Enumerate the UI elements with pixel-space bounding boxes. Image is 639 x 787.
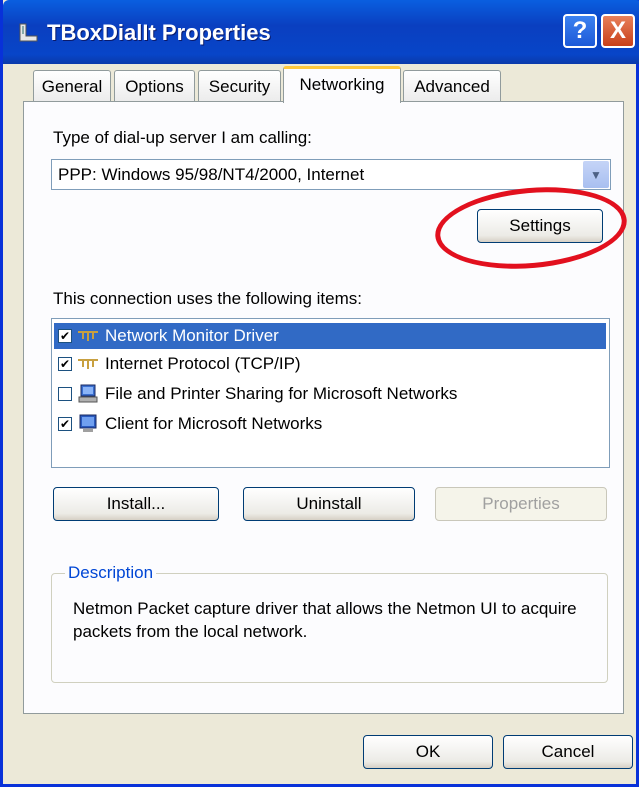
- close-button[interactable]: X: [601, 14, 635, 48]
- ok-button[interactable]: OK: [363, 735, 493, 769]
- list-item-client-microsoft[interactable]: ✔ Client for Microsoft Networks: [54, 411, 606, 437]
- tab-advanced[interactable]: Advanced: [403, 70, 501, 101]
- server-type-label: Type of dial-up server I am calling:: [53, 128, 312, 147]
- item-label: Client for Microsoft Networks: [105, 414, 323, 433]
- window-title: TBoxDialIt Properties: [47, 20, 271, 45]
- connection-icon: [19, 23, 38, 42]
- network-protocol-icon: [77, 327, 99, 345]
- computer-service-icon: [77, 384, 99, 403]
- properties-button[interactable]: Properties: [435, 487, 607, 521]
- server-type-value: PPP: Windows 95/98/NT4/2000, Internet: [58, 165, 365, 184]
- checkbox-checked[interactable]: ✔: [58, 329, 72, 343]
- items-list[interactable]: ✔ Network Monitor Driver ✔ Internet Prot…: [51, 318, 610, 468]
- help-icon: ?: [572, 17, 588, 44]
- description-text: Netmon Packet capture driver that allows…: [73, 599, 577, 641]
- install-button[interactable]: Install...: [53, 487, 219, 521]
- item-label: File and Printer Sharing for Microsoft N…: [105, 384, 458, 403]
- item-label: Internet Protocol (TCP/IP): [105, 354, 301, 373]
- tab-options[interactable]: Options: [114, 70, 195, 101]
- network-protocol-icon: [77, 355, 99, 373]
- title-bar[interactable]: TBoxDialIt Properties ? X: [3, 0, 639, 64]
- tab-security[interactable]: Security: [198, 70, 281, 101]
- item-label: Network Monitor Driver: [105, 326, 279, 345]
- chevron-down-icon[interactable]: ▼: [583, 161, 609, 188]
- tab-general[interactable]: General: [33, 70, 111, 101]
- list-item-tcpip[interactable]: ✔ Internet Protocol (TCP/IP): [54, 351, 606, 377]
- checkbox-checked[interactable]: ✔: [58, 417, 72, 431]
- checkbox-checked[interactable]: ✔: [58, 357, 72, 371]
- close-icon: X: [609, 17, 626, 44]
- tab-networking[interactable]: Networking: [283, 66, 401, 103]
- checkbox-unchecked[interactable]: [58, 387, 72, 401]
- help-button[interactable]: ?: [563, 14, 597, 48]
- items-label: This connection uses the following items…: [53, 289, 362, 308]
- properties-dialog: TBoxDialIt Properties ? X General Option…: [0, 0, 639, 787]
- uninstall-button[interactable]: Uninstall: [243, 487, 415, 521]
- list-item-file-printer-sharing[interactable]: File and Printer Sharing for Microsoft N…: [54, 381, 606, 407]
- server-type-dropdown[interactable]: PPP: Windows 95/98/NT4/2000, Internet ▼: [51, 159, 611, 190]
- list-item-network-monitor[interactable]: ✔ Network Monitor Driver: [54, 323, 606, 349]
- description-title: Description: [65, 563, 157, 583]
- cancel-button[interactable]: Cancel: [503, 735, 633, 769]
- computer-client-icon: [77, 414, 99, 433]
